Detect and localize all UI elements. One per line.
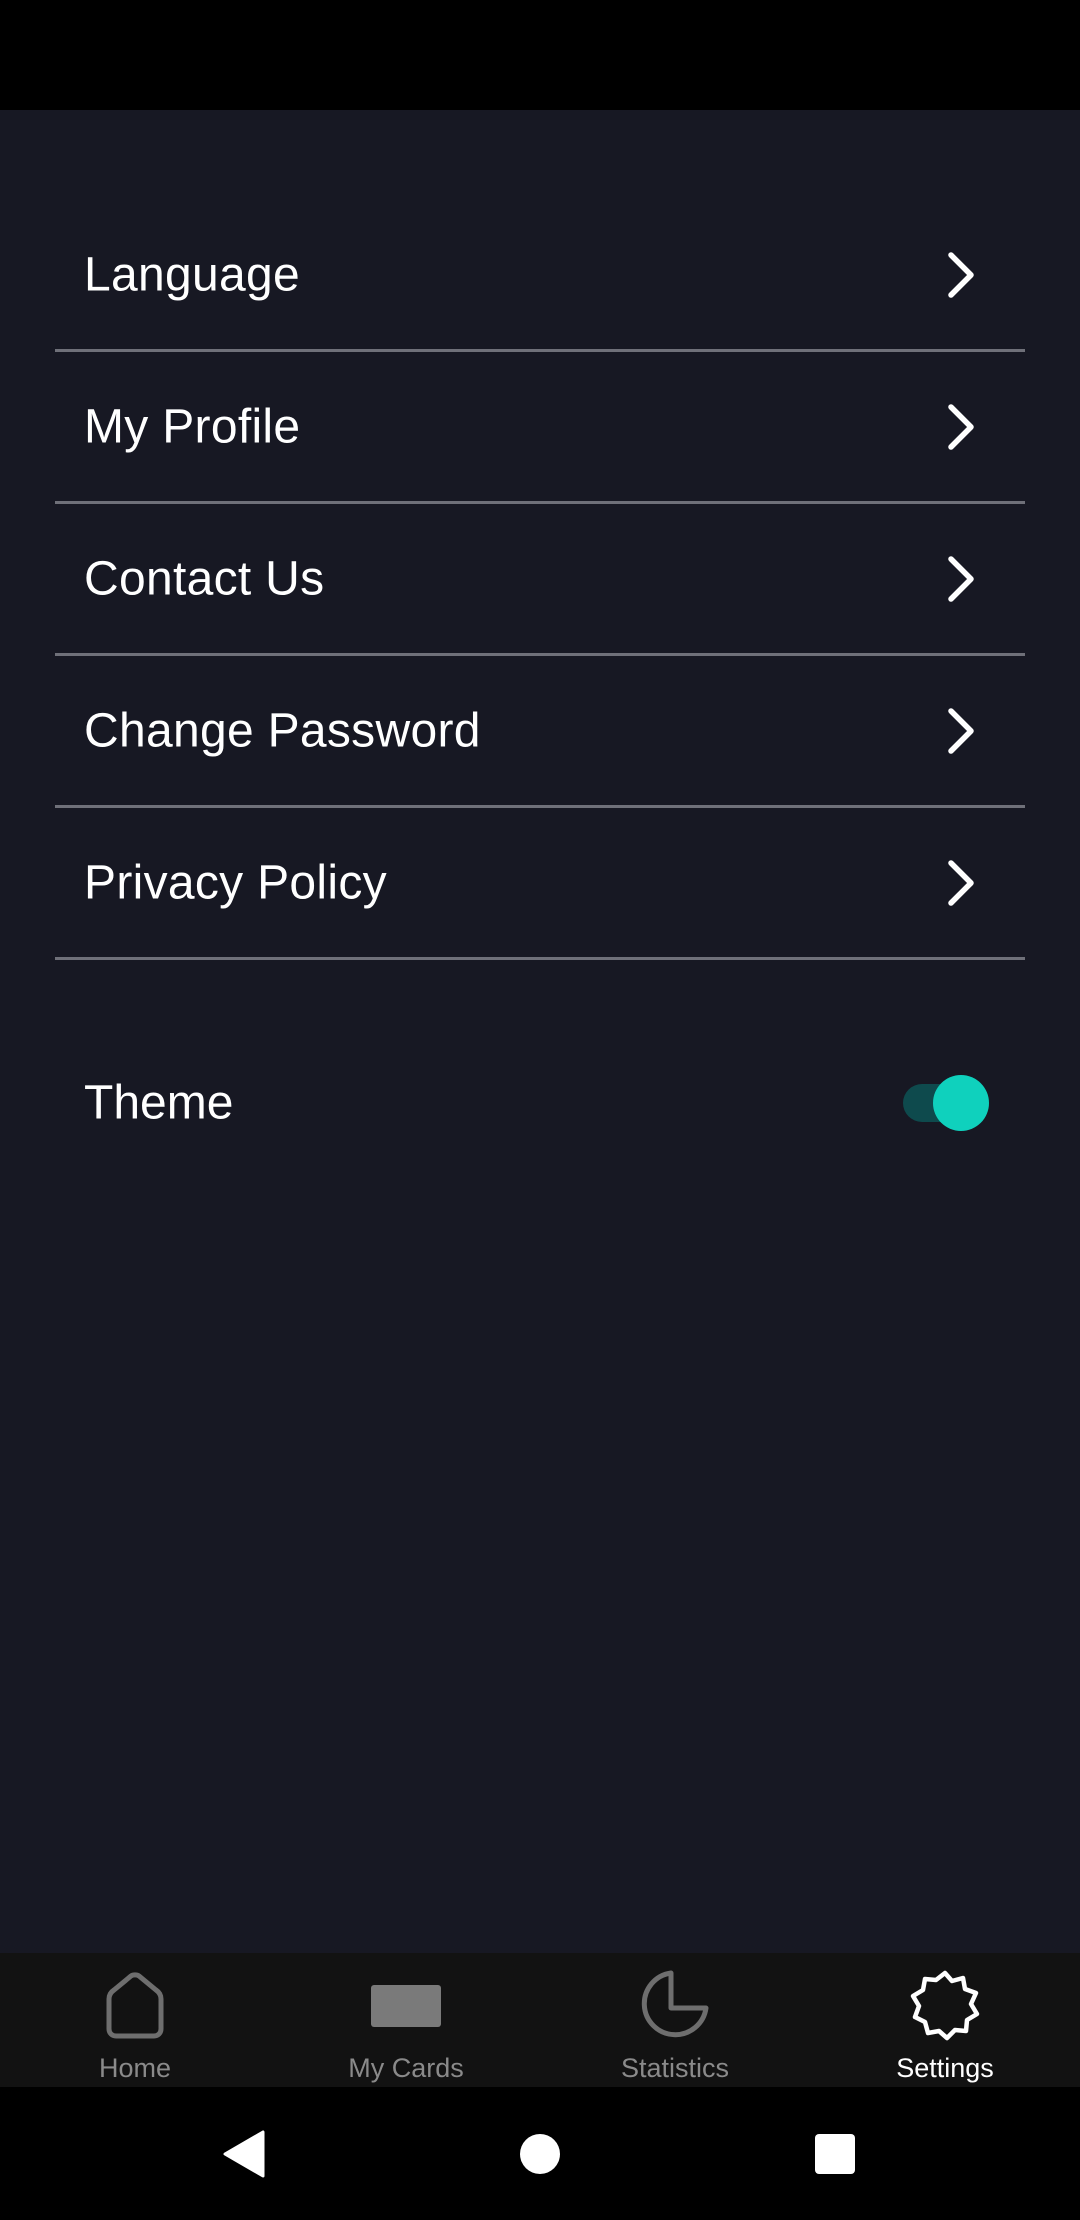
theme-row: Theme xyxy=(55,1058,1025,1148)
chevron-right-icon xyxy=(948,251,974,298)
chevron-right-icon xyxy=(948,555,974,602)
phone-screen: Language My Profile Contact Us Change Pa… xyxy=(0,0,1080,2220)
chevron-right-icon xyxy=(948,403,974,450)
menu-item-label: Language xyxy=(84,248,300,301)
pie-chart-icon xyxy=(641,1970,709,2038)
system-navigation-bar xyxy=(0,2087,1080,2220)
menu-item-label: Change Password xyxy=(84,704,481,757)
home-icon xyxy=(106,1972,164,2039)
home-button-icon[interactable] xyxy=(519,2133,561,2175)
status-bar xyxy=(0,0,1080,110)
menu-item-language[interactable]: Language xyxy=(55,200,1025,352)
bottom-navigation: Home My Cards Statistics Settings xyxy=(0,1953,1080,2087)
chevron-right-icon xyxy=(948,707,974,754)
menu-item-change-password[interactable]: Change Password xyxy=(55,656,1025,808)
theme-label: Theme xyxy=(84,1076,234,1130)
chevron-right-icon xyxy=(948,859,974,906)
card-icon xyxy=(371,1985,441,2027)
nav-label: My Cards xyxy=(348,2053,464,2083)
nav-item-my-cards[interactable]: My Cards xyxy=(306,1953,506,2087)
nav-label: Settings xyxy=(896,2053,994,2083)
back-icon[interactable] xyxy=(221,2129,267,2179)
nav-item-statistics[interactable]: Statistics xyxy=(575,1953,775,2087)
settings-menu: Language My Profile Contact Us Change Pa… xyxy=(55,200,1025,960)
nav-item-home[interactable]: Home xyxy=(35,1953,235,2087)
nav-label: Statistics xyxy=(620,2053,730,2083)
menu-item-label: My Profile xyxy=(84,400,301,453)
menu-item-label: Contact Us xyxy=(84,552,325,605)
toggle-knob xyxy=(933,1075,989,1131)
gear-icon xyxy=(910,1970,980,2041)
menu-item-label: Privacy Policy xyxy=(84,856,387,909)
menu-item-contact-us[interactable]: Contact Us xyxy=(55,504,1025,656)
settings-page: Language My Profile Contact Us Change Pa… xyxy=(0,110,1080,1953)
recents-icon[interactable] xyxy=(814,2133,856,2175)
menu-item-my-profile[interactable]: My Profile xyxy=(55,352,1025,504)
nav-item-settings[interactable]: Settings xyxy=(845,1953,1045,2087)
nav-label: Home xyxy=(98,2053,172,2083)
theme-toggle[interactable] xyxy=(899,1075,989,1131)
menu-item-privacy-policy[interactable]: Privacy Policy xyxy=(55,808,1025,960)
